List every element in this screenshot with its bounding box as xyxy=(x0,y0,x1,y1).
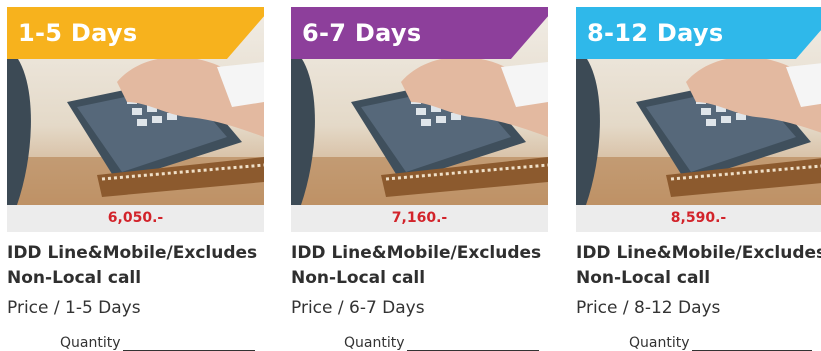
package-card-6-7-days[interactable]: 6-7 Days 7,160.- IDD Line&Mobile/Exclude… xyxy=(291,7,548,351)
package-photo: 6-7 Days xyxy=(291,7,548,205)
package-title-line2: Non-Local call xyxy=(291,268,426,288)
quantity-input[interactable] xyxy=(406,336,539,351)
duration-ribbon: 1-5 Days xyxy=(7,7,264,59)
quantity-field[interactable]: Quantity xyxy=(344,335,548,351)
quantity-label: Quantity xyxy=(60,335,121,351)
package-photo: 1-5 Days xyxy=(7,7,264,205)
package-photo: 8-12 Days xyxy=(576,7,821,205)
package-subtitle: Price / 6-7 Days xyxy=(291,298,425,318)
package-title-line1: IDD Line&Mobile/Excludes xyxy=(291,243,542,263)
package-subtitle: Price / 8-12 Days xyxy=(576,298,721,318)
package-title-line1: IDD Line&Mobile/Excludes xyxy=(7,243,258,263)
quantity-field[interactable]: Quantity xyxy=(629,335,821,351)
quantity-label: Quantity xyxy=(629,335,690,351)
price-label: 6,050.- xyxy=(7,205,264,232)
package-subtitle: Price / 1-5 Days xyxy=(7,298,141,318)
package-card-8-12-days[interactable]: 8-12 Days 8,590.- IDD Line&Mobile/Exclud… xyxy=(576,7,821,351)
quantity-input[interactable] xyxy=(122,336,255,351)
quantity-label: Quantity xyxy=(344,335,405,351)
quantity-field[interactable]: Quantity xyxy=(60,335,264,351)
quantity-input[interactable] xyxy=(691,336,812,351)
package-card-1-5-days[interactable]: 1-5 Days 6,050.- IDD Line&Mobile/Exclude… xyxy=(7,7,264,351)
price-label: 8,590.- xyxy=(576,205,821,232)
price-label: 7,160.- xyxy=(291,205,548,232)
duration-ribbon: 6-7 Days xyxy=(291,7,548,59)
package-title-line1: IDD Line&Mobile/Excludes xyxy=(576,243,821,263)
duration-ribbon: 8-12 Days xyxy=(576,7,821,59)
package-title-line2: Non-Local call xyxy=(7,268,142,288)
package-title-line2: Non-Local call xyxy=(576,268,711,288)
